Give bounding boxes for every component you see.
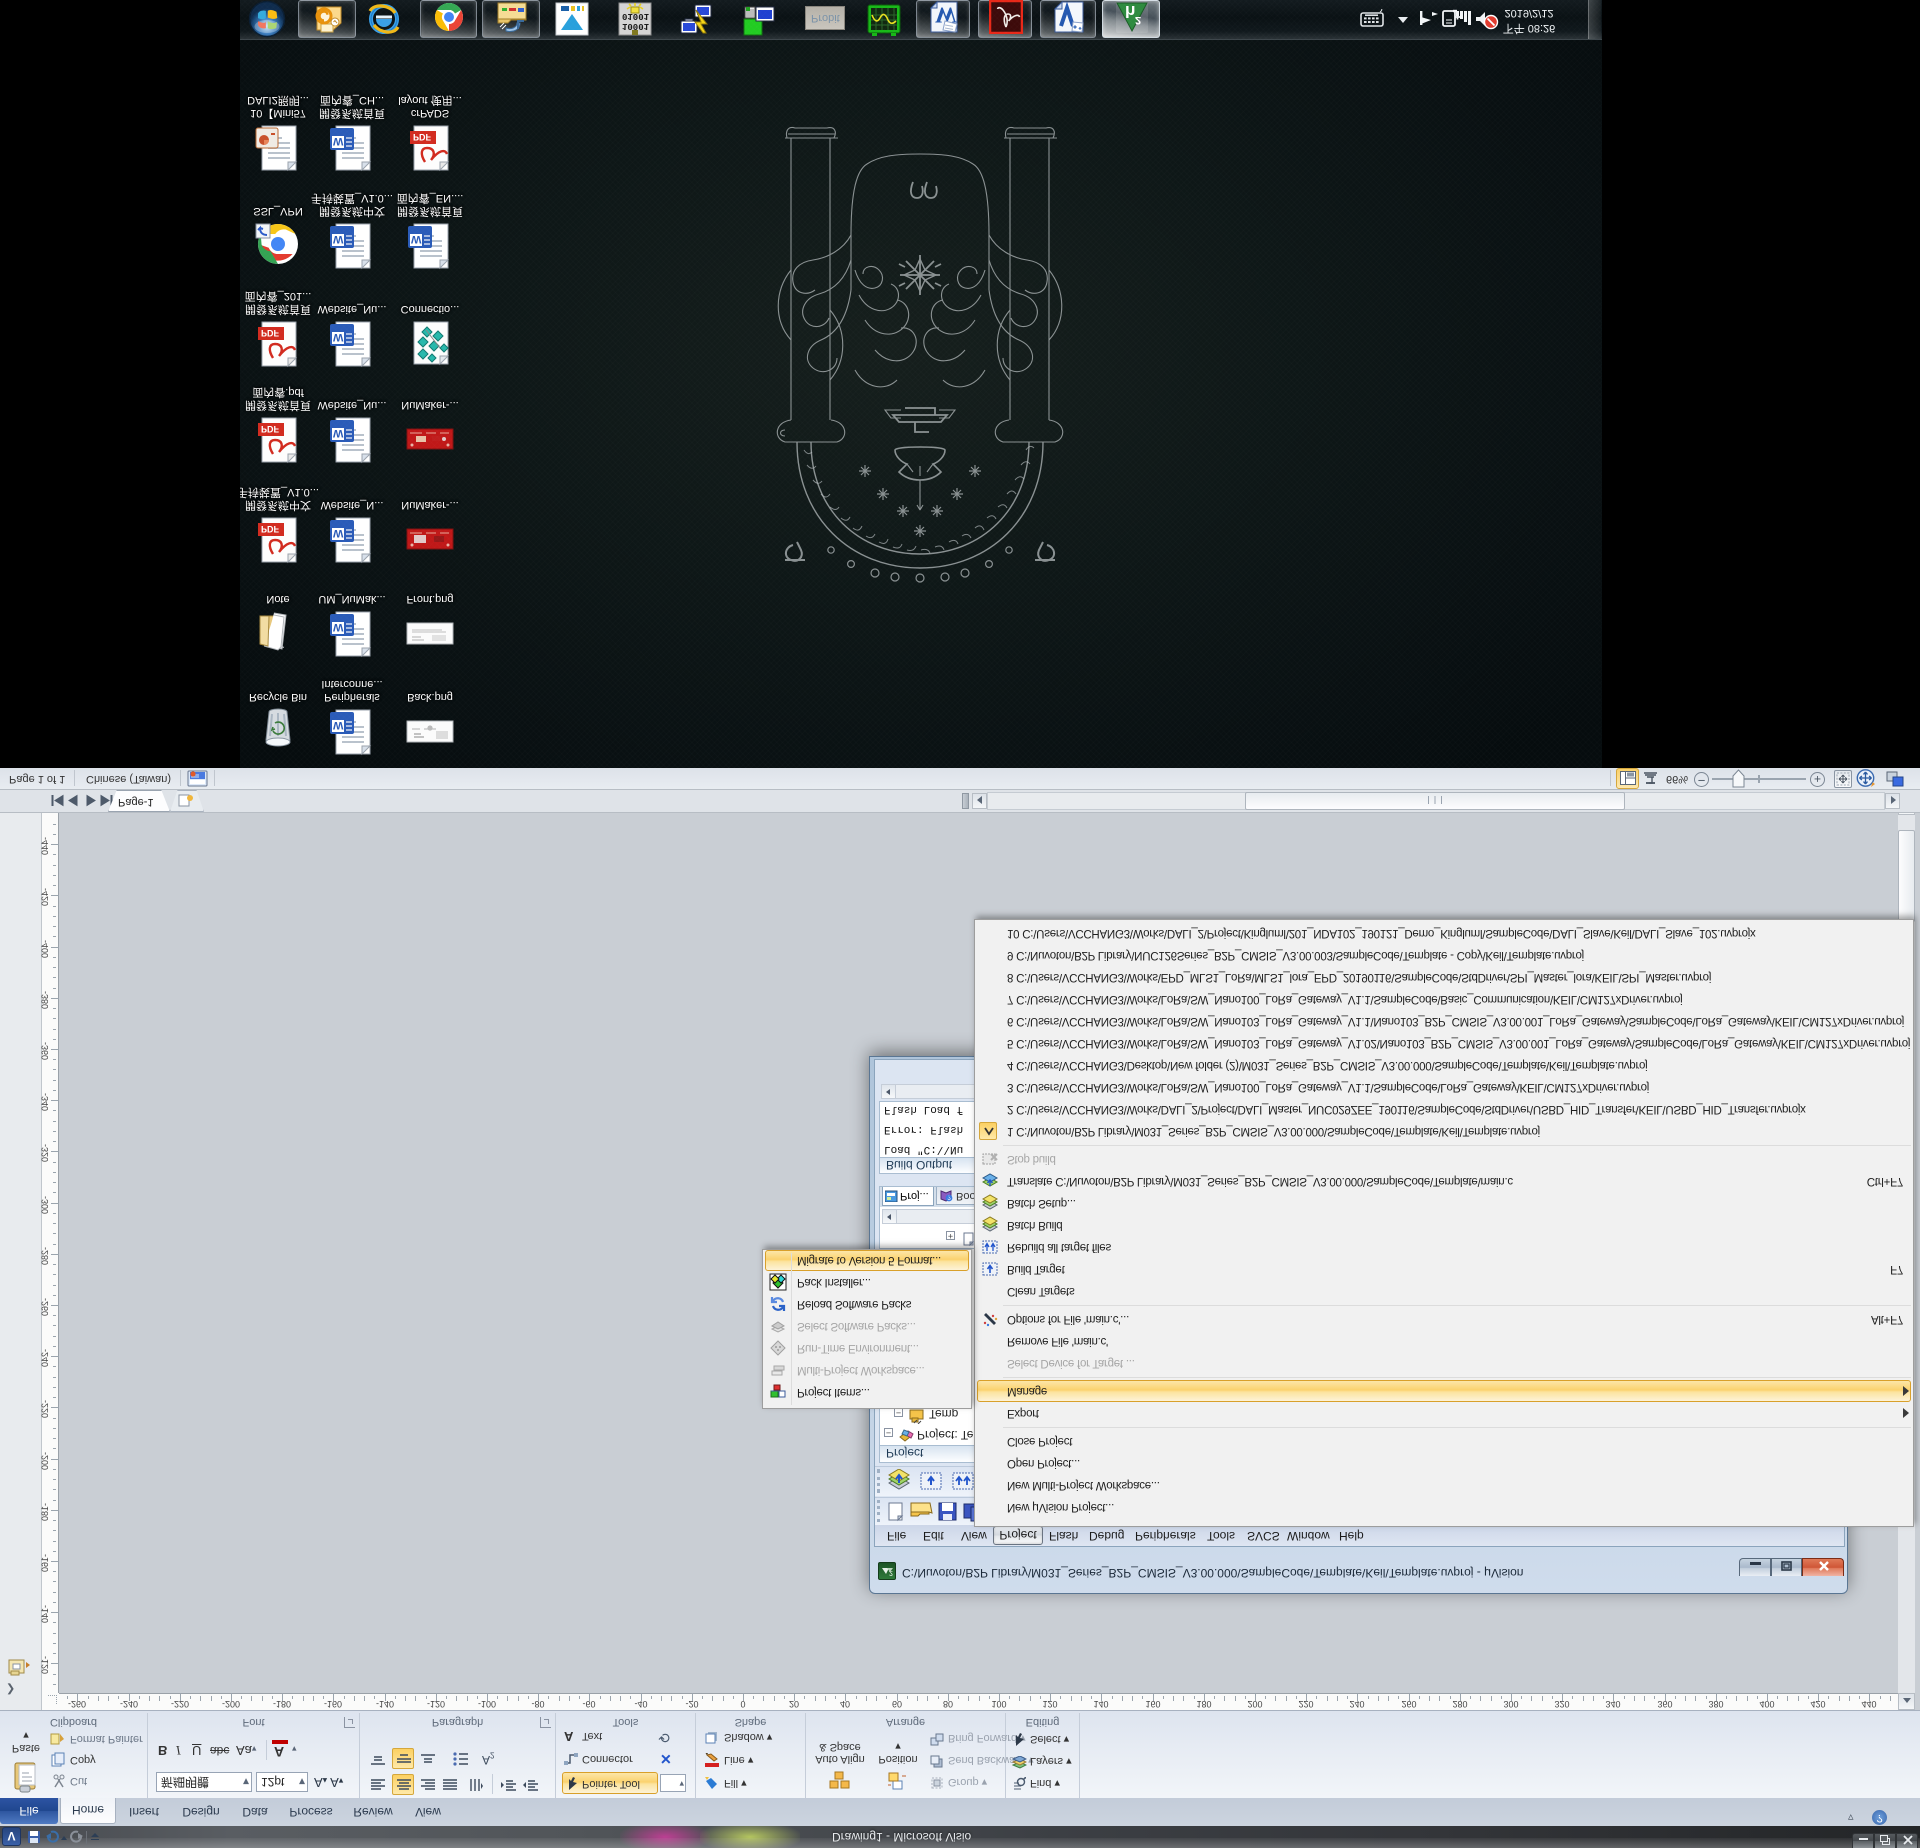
svg-text:PDF: PDF bbox=[261, 524, 280, 534]
svg-text:PDF: PDF bbox=[413, 132, 432, 142]
svg-text:W: W bbox=[333, 233, 344, 245]
svg-text:10001: 10001 bbox=[622, 21, 650, 31]
svg-text:PDF: PDF bbox=[261, 424, 280, 434]
svg-text:2: 2 bbox=[889, 1569, 893, 1576]
svg-text:W: W bbox=[333, 135, 344, 147]
svg-text:W: W bbox=[333, 427, 344, 439]
svg-text:W: W bbox=[333, 719, 344, 731]
svg-text:W: W bbox=[935, 3, 957, 28]
svg-text:01001: 01001 bbox=[622, 11, 650, 21]
svg-text:W: W bbox=[411, 233, 422, 245]
svg-text:2: 2 bbox=[1135, 14, 1141, 26]
svg-text:W: W bbox=[333, 331, 344, 343]
svg-text:W: W bbox=[333, 621, 344, 633]
svg-text:h: h bbox=[1125, 2, 1135, 21]
svg-text:PDF: PDF bbox=[261, 328, 280, 338]
svg-text:W: W bbox=[333, 527, 344, 539]
